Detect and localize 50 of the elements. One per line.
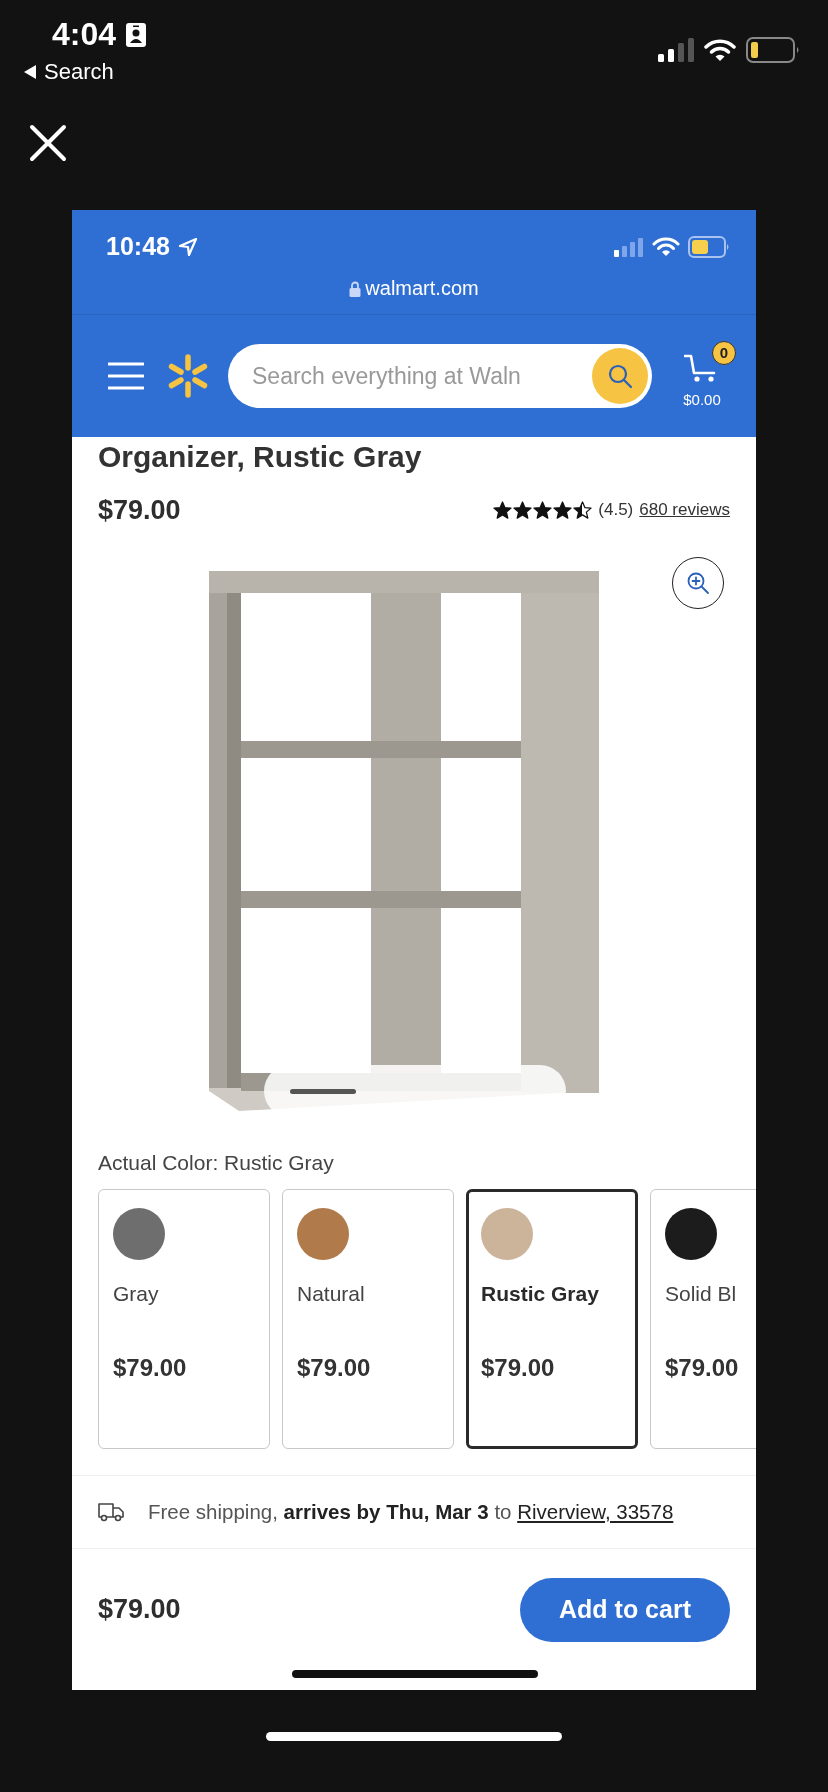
menu-icon[interactable] bbox=[108, 362, 144, 390]
location-arrow-icon bbox=[177, 236, 198, 257]
truck-icon bbox=[98, 1502, 124, 1522]
battery-icon bbox=[746, 37, 800, 63]
reviews-link[interactable]: 680 reviews bbox=[639, 500, 730, 520]
color-option-card[interactable]: Natural $79.00 bbox=[282, 1189, 454, 1449]
color-name: Natural bbox=[297, 1282, 366, 1306]
color-price: $79.00 bbox=[297, 1354, 372, 1382]
color-option-card[interactable]: Rustic Gray $79.00 bbox=[466, 1189, 638, 1449]
star-icon bbox=[573, 500, 593, 520]
search-icon bbox=[607, 363, 633, 389]
cart-total: $0.00 bbox=[683, 390, 721, 408]
rating-value: (4.5) bbox=[598, 500, 634, 520]
color-price: $79.00 bbox=[665, 1354, 740, 1382]
signal-icon bbox=[614, 236, 644, 257]
status-time: 10:48 bbox=[106, 232, 170, 261]
wifi-icon bbox=[704, 38, 736, 62]
shipping-info: Free shipping, arrives by Thu, Mar 3 to Riverview, 33578 bbox=[148, 1500, 674, 1524]
color-option-card[interactable]: Gray $79.00 bbox=[98, 1189, 270, 1449]
add-to-cart-button[interactable]: Add to cart bbox=[520, 1577, 730, 1642]
lock-icon bbox=[349, 280, 362, 297]
color-name: Gray bbox=[113, 1282, 160, 1306]
star-icon bbox=[493, 500, 513, 520]
search-field[interactable]: Search everything at Waln bbox=[228, 344, 652, 408]
location-link[interactable]: Riverview, 33578 bbox=[517, 1500, 674, 1523]
status-time: 4:04 bbox=[52, 16, 117, 53]
star-icon bbox=[533, 500, 553, 520]
zoom-in-icon bbox=[686, 571, 710, 595]
color-name: Solid Bl bbox=[665, 1282, 738, 1306]
wifi-icon bbox=[652, 236, 680, 257]
star-icon bbox=[553, 500, 573, 520]
product-price: $79.00 bbox=[98, 494, 181, 526]
product-title: Organizer, Rustic Gray bbox=[98, 439, 422, 475]
id-badge-icon bbox=[126, 22, 147, 47]
zoom-in-button[interactable] bbox=[672, 557, 724, 609]
battery-icon bbox=[688, 235, 730, 258]
caret-icon bbox=[24, 65, 36, 79]
url-text[interactable]: walmart.com bbox=[365, 277, 479, 300]
star-icon bbox=[513, 500, 533, 520]
back-to-search-link[interactable]: Search bbox=[24, 59, 147, 85]
color-price: $79.00 bbox=[481, 1354, 556, 1382]
cart-count-badge: 0 bbox=[712, 340, 736, 365]
footer-price: $79.00 bbox=[98, 1594, 181, 1625]
color-label: Actual Color: Rustic Gray bbox=[97, 1150, 335, 1176]
close-icon[interactable] bbox=[29, 124, 67, 162]
color-name: Rustic Gray bbox=[481, 1282, 600, 1306]
signal-icon bbox=[658, 38, 694, 62]
spark-logo-icon[interactable] bbox=[166, 354, 210, 398]
color-option-card[interactable]: Solid Bl $79.00 bbox=[650, 1189, 756, 1449]
color-price: $79.00 bbox=[113, 1354, 188, 1382]
